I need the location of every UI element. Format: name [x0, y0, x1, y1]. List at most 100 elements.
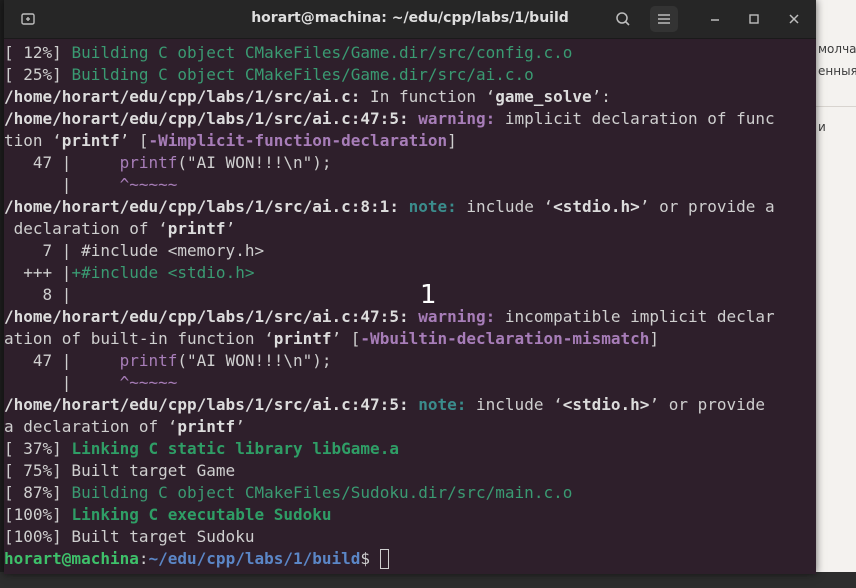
terminal-text: [100%]	[4, 505, 72, 524]
terminal-text: /home/horart/edu/cpp/labs/1/src/ai.c:47:…	[4, 395, 409, 414]
terminal-text: [ 37%]	[4, 439, 72, 458]
window-title: horart@machina: ~/edu/cpp/labs/1/build	[251, 10, 569, 26]
terminal-text: ’ or provide a	[639, 197, 775, 216]
terminal-text: [ 75%] Built target Game	[4, 461, 236, 480]
terminal-text: +++ |	[4, 263, 72, 282]
prompt-user: horart@machina	[4, 549, 139, 568]
terminal-text: ’ [	[331, 329, 361, 348]
terminal-line: [ 37%] Linking C static library libGame.…	[4, 438, 816, 460]
terminal-text: include ‘	[466, 395, 563, 414]
terminal-text: Building C object CMakeFiles/Game.dir/sr…	[71, 43, 573, 62]
background-text-3: и	[818, 120, 826, 134]
terminal-text: ("AI WON!!!\n");	[177, 153, 332, 172]
prompt-symbol: $	[360, 549, 380, 568]
minimize-icon	[711, 19, 719, 21]
terminal-text: Linking C executable Sudoku	[71, 505, 332, 524]
terminal-text: [100%] Built target Sudoku	[4, 527, 255, 546]
terminal-text: implicit declaration of func	[495, 109, 775, 128]
terminal-text: ’:	[591, 87, 611, 106]
terminal-text: 8 |	[4, 285, 72, 304]
terminal-line: | ^~~~~~	[4, 174, 816, 196]
terminal-text: ’	[235, 417, 245, 436]
terminal-text: <stdio.h>	[553, 197, 640, 216]
terminal-text: Building C object CMakeFiles/Game.dir/sr…	[71, 65, 534, 84]
background-window-bottom	[0, 572, 856, 588]
terminal-line: /home/horart/edu/cpp/labs/1/src/ai.c:47:…	[4, 394, 816, 416]
text-cursor	[379, 549, 389, 569]
terminal-text: ]	[649, 329, 660, 348]
terminal-text: ation of built-in function ‘	[4, 329, 274, 348]
terminal-line: [ 12%] Building C object CMakeFiles/Game…	[4, 42, 816, 64]
terminal-line: /home/horart/edu/cpp/labs/1/src/ai.c:8:1…	[4, 196, 816, 218]
background-text-1: молча	[818, 42, 856, 56]
terminal-line: 8 |	[4, 284, 816, 306]
terminal-text: ’	[225, 219, 236, 238]
hamburger-menu-icon	[658, 14, 670, 24]
terminal-text: 47 |	[4, 153, 120, 172]
terminal-text: /home/horart/edu/cpp/labs/1/src/ai.c:47:…	[4, 307, 409, 326]
background-divider	[816, 106, 856, 107]
terminal-line: a declaration of ‘printf’	[4, 416, 816, 438]
terminal-text: /home/horart/edu/cpp/labs/1/src/ai.c:8:1…	[4, 197, 399, 216]
terminal-text: ("AI WON!!!\n");	[177, 351, 332, 370]
terminal-text: ’ [	[119, 131, 149, 150]
close-button[interactable]	[780, 6, 808, 32]
terminal-line: 7 | #include <memory.h>	[4, 240, 816, 262]
terminal-text: <stdio.h>	[562, 395, 650, 414]
terminal-text: declaration of ‘	[4, 219, 168, 238]
terminal-line: [ 87%] Building C object CMakeFiles/Sudo…	[4, 482, 816, 504]
maximize-button[interactable]	[740, 6, 768, 32]
maximize-icon	[749, 14, 759, 24]
terminal-line: [100%] Linking C executable Sudoku	[4, 504, 816, 526]
terminal-window[interactable]: horart@machina: ~/edu/cpp/labs/1/build […	[4, 0, 816, 574]
terminal-text: In function ‘	[360, 87, 496, 106]
terminal-text: [ 12%]	[4, 43, 72, 62]
terminal-line: declaration of ‘printf’	[4, 218, 816, 240]
overlay-label: 1	[420, 280, 437, 310]
terminal-text: /home/horart/edu/cpp/labs/1/src/ai.c:	[4, 87, 361, 106]
terminal-text: Linking C static library libGame.a	[71, 439, 399, 458]
terminal-text: printf	[119, 351, 178, 370]
terminal-line: 47 | printf("AI WON!!!\n");	[4, 350, 816, 372]
terminal-line: /home/horart/edu/cpp/labs/1/src/ai.c:47:…	[4, 108, 816, 130]
terminal-line: /home/horart/edu/cpp/labs/1/src/ai.c:47:…	[4, 306, 816, 328]
terminal-text: |	[4, 175, 120, 194]
terminal-text: 7 | #include <memory.h>	[4, 241, 265, 260]
terminal-line: 47 | printf("AI WON!!!\n");	[4, 152, 816, 174]
background-text-2: енныя	[818, 64, 856, 78]
terminal-text: a declaration of ‘	[4, 417, 178, 436]
title-bar[interactable]: horart@machina: ~/edu/cpp/labs/1/build	[4, 0, 816, 39]
terminal-text: |	[4, 373, 120, 392]
terminal-line: | ^~~~~~	[4, 372, 816, 394]
prompt-line[interactable]: horart@machina:~/edu/cpp/labs/1/build$	[4, 548, 816, 570]
terminal-output[interactable]: [ 12%] Building C object CMakeFiles/Game…	[4, 42, 816, 572]
terminal-text: /home/horart/edu/cpp/labs/1/src/ai.c:47:…	[4, 109, 409, 128]
terminal-text: -Wimplicit-function-declaration	[148, 131, 448, 150]
terminal-line: [ 25%] Building C object CMakeFiles/Game…	[4, 64, 816, 86]
terminal-text: printf	[61, 131, 120, 150]
terminal-text: Building C object CMakeFiles/Sudoku.dir/…	[71, 483, 573, 502]
terminal-line: [ 75%] Built target Game	[4, 460, 816, 482]
terminal-text: printf	[177, 417, 236, 436]
terminal-text: note:	[418, 395, 467, 414]
terminal-text: -Wbuiltin-declaration-mismatch	[360, 329, 650, 348]
terminal-text: note:	[408, 197, 457, 216]
terminal-text: incompatible implicit declar	[495, 307, 775, 326]
terminal-text: ’ or provide	[649, 395, 766, 414]
terminal-line: ation of built-in function ‘printf’ [-Wb…	[4, 328, 816, 350]
prompt-path: ~/edu/cpp/labs/1/build	[148, 549, 361, 568]
search-button[interactable]	[609, 6, 637, 32]
menu-button[interactable]	[650, 6, 678, 32]
terminal-text: tion ‘	[4, 131, 62, 150]
terminal-text: game_solve	[495, 87, 592, 106]
terminal-line: +++ |+#include <stdio.h>	[4, 262, 816, 284]
terminal-text: printf	[167, 219, 226, 238]
terminal-text: warning:	[418, 109, 496, 128]
minimize-button[interactable]	[701, 6, 729, 32]
terminal-text: [ 25%]	[4, 65, 72, 84]
terminal-text: printf	[119, 153, 178, 172]
